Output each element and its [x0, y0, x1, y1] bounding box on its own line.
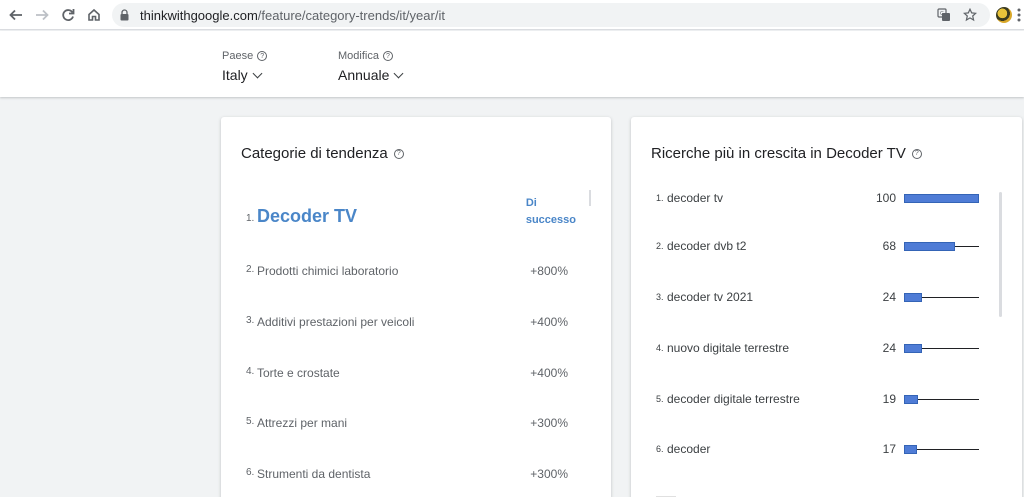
category-name: Torte e crostate: [257, 366, 340, 380]
browser-toolbar: thinkwithgoogle.com/feature/category-tre…: [0, 0, 1024, 30]
category-name: Additivi prestazioni per veicoli: [257, 315, 415, 329]
search-query: decoder digitale terrestre: [667, 392, 800, 406]
url-path: /feature/category-trends/it/year/it: [257, 8, 445, 23]
rank-number: 2.: [246, 264, 255, 275]
trending-category-row[interactable]: 3. Additivi prestazioni per veicoli +400%: [246, 315, 576, 339]
rank-number: 1.: [656, 193, 664, 203]
country-filter-label: Paese: [222, 50, 254, 62]
search-index-value: 100: [875, 191, 896, 205]
search-query: decoder: [667, 442, 711, 456]
chevron-down-icon: [393, 68, 404, 78]
translate-icon[interactable]: G: [936, 7, 952, 23]
mode-value: Annuale: [338, 67, 390, 83]
growth-value: Di successo: [525, 197, 576, 226]
rank-number: 6.: [246, 467, 255, 478]
search-index-value: 17: [882, 442, 896, 456]
rising-search-row[interactable]: 4. nuovo digitale terrestre 24: [656, 341, 981, 361]
bar-fill: [904, 445, 917, 454]
mode-select[interactable]: Annuale: [338, 67, 404, 83]
home-icon[interactable]: [84, 5, 104, 25]
rising-search-row[interactable]: 6. decoder 17: [656, 442, 981, 462]
search-query: decoder tv: [667, 191, 724, 205]
search-index-value: 24: [882, 290, 896, 304]
bar-fill: [904, 194, 979, 203]
country-filter-label-row: Paese ?: [222, 50, 268, 62]
bar-fill: [904, 395, 918, 404]
help-icon[interactable]: ?: [382, 51, 393, 61]
lock-icon: [120, 9, 129, 21]
rising-searches-card: Ricerche più in crescita in Decoder TV ?…: [631, 117, 1022, 497]
rank-number: 4.: [656, 343, 664, 353]
bar-fill: [904, 293, 922, 302]
category-name: Prodotti chimici laboratorio: [257, 264, 399, 278]
rank-number: 3.: [246, 315, 255, 326]
country-value: Italy: [222, 67, 248, 83]
trending-category-row[interactable]: 5. Attrezzi per mani +300%: [246, 416, 576, 440]
rank-number: 6.: [656, 444, 664, 454]
mode-filter-label-row: Modifica ?: [338, 50, 402, 62]
category-name: Decoder TV: [257, 206, 358, 226]
category-name: Attrezzi per mani: [257, 416, 348, 430]
search-query: decoder dvb t2: [667, 239, 747, 253]
extension-icon[interactable]: [996, 7, 1012, 23]
search-index-value: 19: [882, 392, 896, 406]
trending-category-row[interactable]: 2. Prodotti chimici laboratorio +800%: [246, 264, 576, 288]
country-select[interactable]: Italy: [222, 67, 267, 83]
scrollbar[interactable]: [999, 192, 1002, 317]
chevron-down-icon: [252, 68, 263, 78]
rank-number: 5.: [246, 416, 255, 427]
rank-number: 2.: [656, 241, 664, 251]
rising-searches-title: Ricerche più in crescita in Decoder TV ?: [651, 145, 922, 162]
trending-categories-title-text: Categorie di tendenza: [241, 145, 388, 162]
growth-value: +400%: [530, 366, 568, 380]
trending-category-row[interactable]: 4. Torte e crostate +400%: [246, 366, 576, 390]
help-icon[interactable]: ?: [393, 148, 404, 159]
list-item: [656, 496, 676, 497]
rank-number: 3.: [656, 292, 664, 302]
url-text: thinkwithgoogle.com/feature/category-tre…: [140, 8, 445, 23]
country-filter[interactable]: Paese ? Italy: [222, 50, 268, 83]
growth-value: +300%: [530, 467, 568, 481]
trending-category-row[interactable]: 1. Decoder TV Di successo: [246, 197, 576, 229]
search-query: decoder tv 2021: [667, 290, 754, 304]
mode-filter[interactable]: Modifica ? Annuale: [338, 50, 404, 83]
trending-category-row[interactable]: 6. Strumenti da dentista +300%: [246, 467, 576, 491]
search-query: nuovo digitale terrestre: [667, 341, 790, 355]
bar-fill: [904, 242, 955, 251]
url-host: thinkwithgoogle.com: [140, 8, 258, 23]
rising-search-row[interactable]: 2. decoder dvb t2 68: [656, 239, 981, 259]
forward-arrow-icon[interactable]: [32, 5, 52, 25]
menu-icon[interactable]: [1016, 7, 1024, 23]
help-icon[interactable]: ?: [257, 51, 268, 61]
trending-categories-title: Categorie di tendenza ?: [241, 145, 404, 162]
search-index-value: 68: [882, 239, 896, 253]
rising-searches-title-text: Ricerche più in crescita in Decoder TV: [651, 145, 906, 162]
growth-value: +300%: [530, 416, 568, 430]
svg-text:G: G: [940, 11, 944, 17]
search-index-value: 24: [882, 341, 896, 355]
rank-number: 4.: [246, 366, 255, 377]
rank-number: 1.: [246, 213, 255, 224]
help-icon[interactable]: ?: [911, 148, 922, 159]
address-bar[interactable]: thinkwithgoogle.com/feature/category-tre…: [112, 3, 990, 27]
reload-icon[interactable]: [58, 5, 78, 25]
category-name: Strumenti da dentista: [257, 467, 371, 481]
back-arrow-icon[interactable]: [6, 5, 26, 25]
scrollbar[interactable]: [589, 190, 591, 206]
rising-search-row[interactable]: 5. decoder digitale terrestre 19: [656, 392, 981, 412]
rising-search-row[interactable]: 1. decoder tv 100: [656, 191, 981, 211]
growth-value: +800%: [530, 264, 568, 278]
star-icon[interactable]: [962, 7, 978, 23]
trending-categories-card: Categorie di tendenza ? 1. Decoder TV Di s…: [221, 117, 611, 497]
growth-value: +400%: [530, 315, 568, 329]
rank-number: 5.: [656, 394, 664, 404]
mode-filter-label: Modifica: [338, 50, 379, 62]
rising-search-row[interactable]: 3. decoder tv 2021 24: [656, 290, 981, 310]
filter-bar: Paese ? Italy Modifica ? Annuale: [0, 31, 1024, 97]
bar-fill: [904, 344, 922, 353]
